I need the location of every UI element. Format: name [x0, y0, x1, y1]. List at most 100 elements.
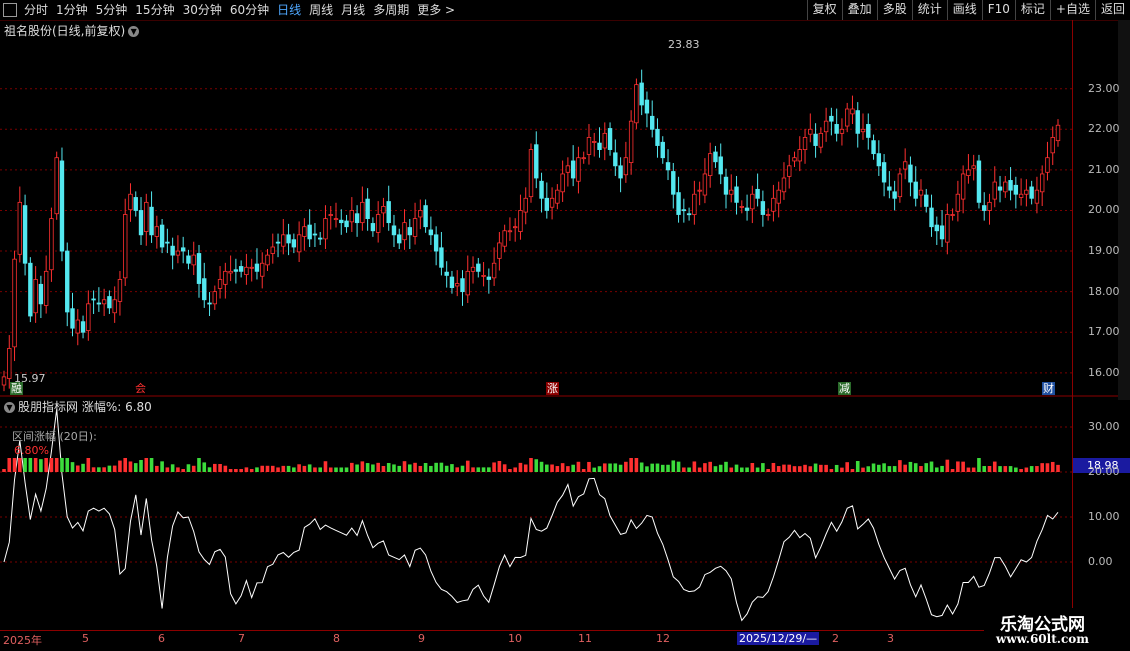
event-marker-4[interactable]: 财 — [1042, 382, 1055, 395]
candle-body — [149, 206, 154, 236]
change-bar — [513, 467, 517, 472]
candle-body — [855, 110, 860, 134]
candle-body — [613, 152, 618, 167]
change-bar — [149, 458, 154, 472]
change-bar — [318, 467, 322, 472]
candle-body — [702, 173, 708, 196]
candle-body — [7, 348, 12, 379]
change-bar — [1029, 466, 1034, 472]
change-bar — [692, 461, 697, 472]
candle-body — [38, 283, 44, 305]
price-tick-3: 20.00 — [1088, 203, 1120, 217]
change-bar — [898, 460, 902, 472]
candle-body — [660, 141, 665, 159]
event-marker-3[interactable]: 减 — [838, 382, 851, 395]
change-bar — [276, 467, 280, 472]
date-label-5: 9 — [418, 632, 425, 645]
candle-body — [924, 194, 929, 207]
change-bar — [386, 463, 391, 472]
change-bar — [629, 458, 633, 472]
candle-body — [760, 201, 766, 215]
change-bar — [81, 463, 85, 472]
candle-body — [202, 278, 207, 301]
change-bar — [155, 465, 159, 472]
event-marker-1[interactable]: 会 — [134, 382, 147, 395]
change-bar — [761, 463, 765, 472]
candle-body — [154, 226, 160, 237]
change-bar — [645, 466, 649, 472]
chevron-down-icon[interactable]: ▼ — [4, 402, 15, 413]
candle-body — [834, 124, 839, 134]
candle-body — [650, 115, 655, 130]
candle-body — [223, 270, 228, 285]
change-bar — [70, 462, 75, 472]
change-bar — [281, 465, 286, 472]
indicator-label: 区间涨幅 (20日): — [12, 430, 97, 443]
candle-body — [180, 247, 186, 252]
candle-body — [982, 205, 987, 211]
change-bar — [745, 467, 749, 472]
change-bar — [234, 469, 238, 472]
candle-body — [412, 218, 418, 237]
change-bar — [265, 465, 270, 472]
change-bar — [587, 461, 591, 472]
candle-body — [270, 246, 275, 254]
high-price-label: 23.83 — [668, 38, 700, 51]
change-bar — [956, 461, 960, 472]
change-bar — [576, 461, 581, 472]
candle-body — [70, 308, 75, 329]
candle-body — [476, 263, 481, 272]
change-bar — [639, 462, 644, 472]
change-bar — [913, 463, 918, 472]
candle-body — [787, 165, 792, 177]
change-bar — [819, 464, 823, 472]
kline-chart[interactable] — [0, 0, 1130, 650]
candle-body — [797, 149, 802, 162]
candle-body — [386, 201, 391, 224]
candle-body — [307, 224, 312, 240]
event-marker-2[interactable]: 涨 — [546, 382, 559, 395]
candle-body — [439, 247, 444, 268]
change-bar — [1024, 467, 1029, 472]
change-bar — [418, 465, 423, 472]
candle-body — [823, 120, 829, 133]
event-marker-0[interactable]: 融 — [10, 382, 23, 395]
change-bar — [855, 461, 860, 472]
date-label-6: 10 — [508, 632, 522, 645]
watermark-url: www.60lt.com — [996, 632, 1089, 646]
change-bar — [782, 464, 786, 472]
low-price-label: 15.97 — [14, 372, 46, 385]
change-bar — [381, 465, 386, 472]
change-bar — [734, 464, 739, 472]
candle-body — [586, 137, 592, 155]
candle-body — [80, 321, 86, 333]
change-bar — [624, 461, 628, 472]
candle-body — [971, 165, 976, 169]
change-bar — [850, 469, 855, 472]
candle-body — [217, 279, 223, 289]
candle-body — [1045, 157, 1050, 173]
candle-body — [639, 82, 644, 106]
candle-body — [776, 189, 781, 204]
change-bar — [112, 465, 117, 472]
change-bar — [144, 458, 149, 472]
candle-body — [486, 276, 492, 280]
change-bar — [170, 464, 175, 472]
change-bar — [655, 463, 660, 472]
change-bar — [297, 464, 301, 472]
right-scrollbar[interactable] — [1118, 20, 1130, 400]
change-bar — [328, 467, 333, 472]
candle-body — [165, 241, 170, 244]
date-label-1: 5 — [82, 632, 89, 645]
change-bar — [28, 458, 33, 472]
change-bar — [518, 462, 523, 472]
change-bar — [239, 469, 243, 472]
change-bar — [729, 467, 734, 472]
candle-body — [713, 151, 718, 163]
candle-body — [407, 227, 412, 236]
candle-body — [665, 162, 671, 171]
price-tick-5: 18.00 — [1088, 284, 1120, 298]
candle-body — [228, 270, 233, 274]
change-bar — [350, 462, 354, 472]
candle-body — [254, 263, 260, 272]
